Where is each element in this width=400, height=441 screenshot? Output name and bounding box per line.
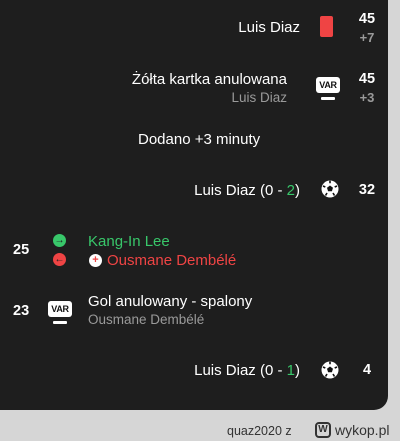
added-time: +7 [359, 30, 375, 45]
var-icon: VAR [48, 301, 72, 325]
goal-scorer: Luis Diaz (0 - 1) [194, 362, 300, 379]
player-name: Luis Diaz [238, 19, 300, 36]
event-minute: 32 [358, 182, 376, 198]
arrow-left-icon: ← [53, 253, 66, 266]
player-name: Luis Diaz [231, 90, 287, 105]
red-card-icon [320, 16, 333, 37]
event-minute: 45 [358, 11, 376, 27]
arrow-right-icon: → [53, 234, 66, 247]
wykop-logo-icon: W [315, 422, 331, 438]
author-caption: quaz2020 z [227, 424, 292, 438]
goal-scorer: Luis Diaz (0 - 2) [194, 182, 300, 199]
score-highlight: 2 [286, 182, 295, 199]
soccer-ball-icon [321, 180, 339, 198]
added-time-note: Dodano +3 minuty [138, 131, 261, 148]
event-minute: 4 [362, 362, 372, 378]
event-minute: 45 [358, 71, 376, 87]
added-time: +3 [359, 90, 375, 105]
event-title: Żółta kartka anulowana [131, 71, 287, 88]
event-title: Gol anulowany - spalony [88, 293, 253, 310]
soccer-ball-icon [321, 361, 339, 379]
var-icon: VAR [316, 77, 340, 101]
score-highlight: 1 [286, 362, 295, 379]
player-out: Ousmane Dembélé [107, 252, 237, 269]
player-in: Kang-In Lee [88, 233, 170, 250]
event-minute: 25 [13, 242, 30, 258]
match-timeline: Luis Diaz 45 +7 Żółta kartka anulowana L… [0, 0, 388, 410]
wykop-logo-text: wykop.pl [335, 422, 390, 438]
event-minute: 23 [13, 303, 30, 319]
injury-cross-icon: + [89, 254, 102, 267]
player-name: Ousmane Dembélé [88, 312, 205, 327]
